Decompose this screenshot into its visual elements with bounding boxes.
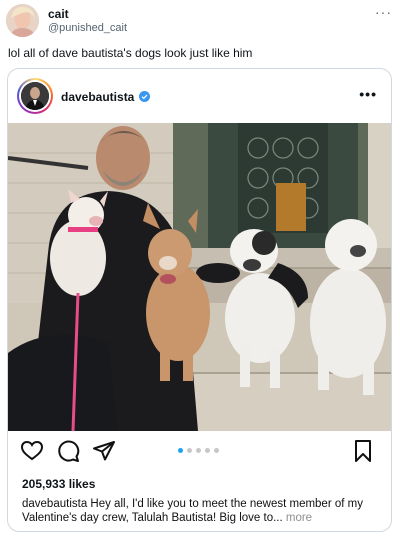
- more-options-icon[interactable]: ···: [375, 4, 392, 20]
- ig-post-header: davebautista •••: [8, 69, 391, 123]
- caption-more-link[interactable]: more: [283, 512, 312, 524]
- tweet-header: cait @punished_cait ···: [6, 4, 394, 38]
- heart-icon[interactable]: [20, 439, 44, 463]
- comment-icon[interactable]: [56, 439, 80, 463]
- ig-more-options-icon[interactable]: •••: [359, 86, 377, 102]
- share-icon[interactable]: [92, 439, 116, 463]
- caption-username[interactable]: davebautista: [22, 498, 87, 510]
- post-photo[interactable]: [8, 123, 391, 431]
- carousel-dot: [187, 448, 192, 453]
- display-name[interactable]: cait: [48, 7, 69, 21]
- carousel-dot: [214, 448, 219, 453]
- instagram-embed[interactable]: davebautista ••• 205,933 likes davebauti…: [7, 68, 392, 532]
- carousel-dot: [196, 448, 201, 453]
- user-avatar[interactable]: [6, 4, 39, 37]
- ig-avatar[interactable]: [17, 78, 53, 114]
- carousel-dot: [205, 448, 210, 453]
- carousel-dot-active: [178, 448, 183, 453]
- user-handle[interactable]: @punished_cait: [48, 22, 127, 34]
- likes-count[interactable]: 205,933 likes: [22, 477, 95, 491]
- post-actions-bar: [8, 439, 391, 467]
- bookmark-icon[interactable]: [351, 439, 375, 463]
- post-caption: davebautista Hey all, I'd like you to me…: [22, 497, 382, 525]
- verified-badge-icon: [139, 91, 150, 102]
- ig-username[interactable]: davebautista: [61, 90, 134, 104]
- tweet-text: lol all of dave bautista's dogs look jus…: [8, 46, 253, 60]
